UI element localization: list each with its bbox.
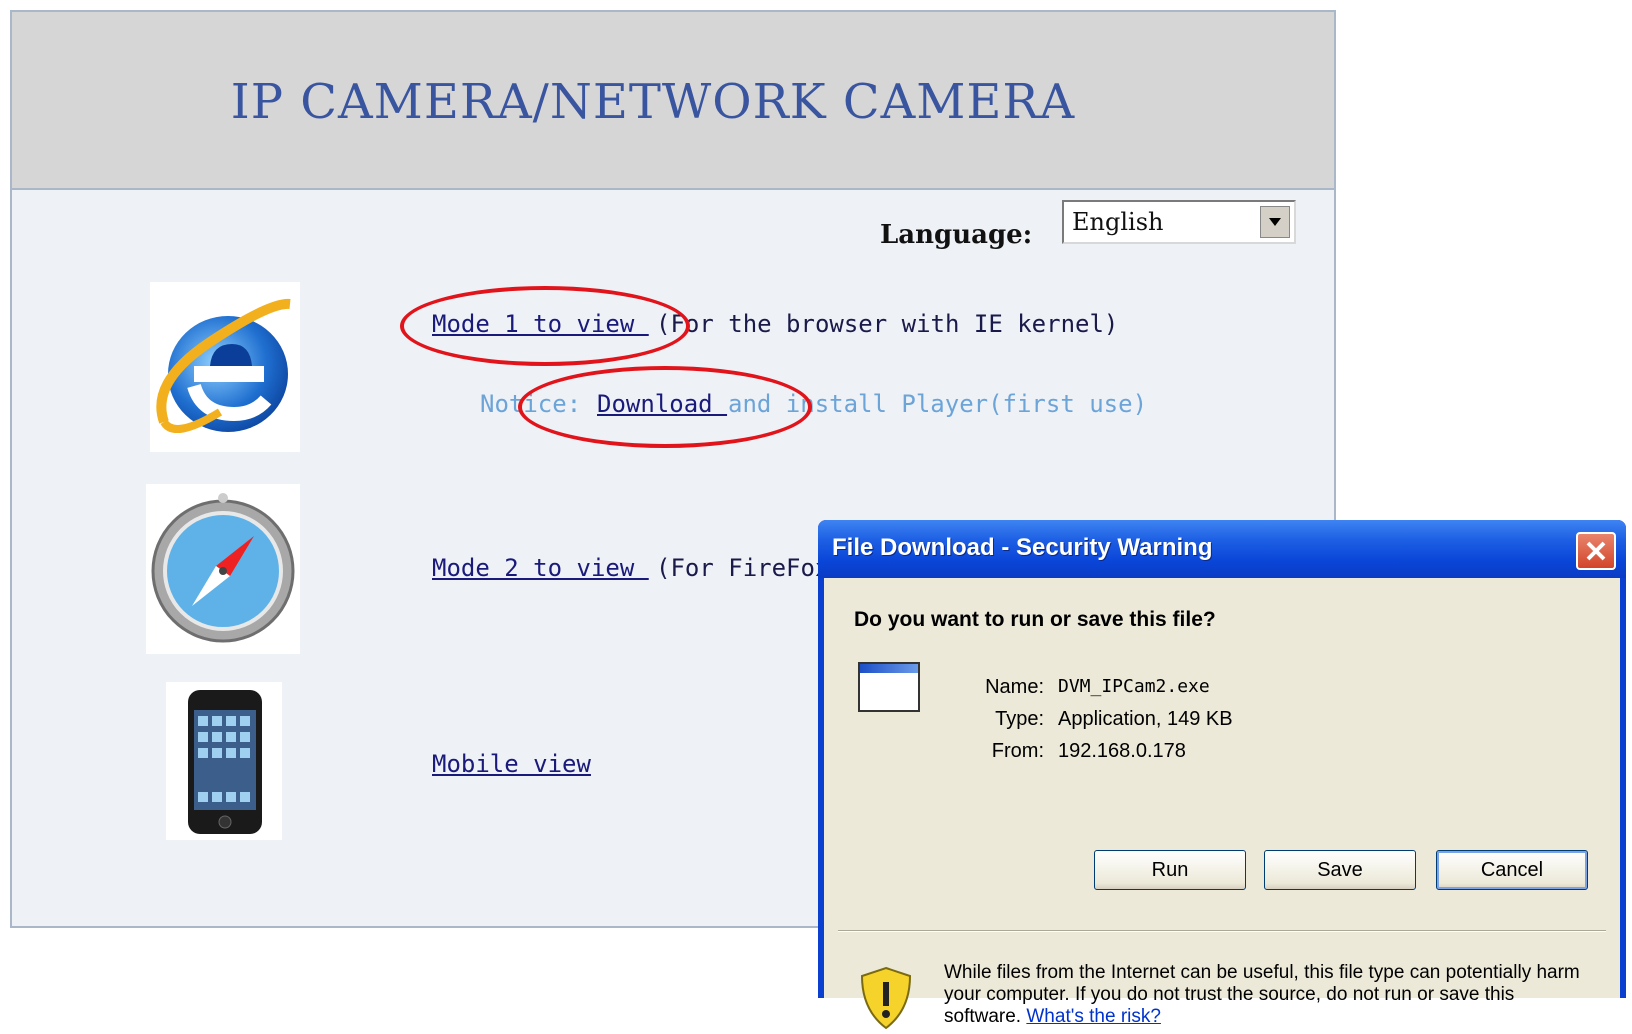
download-player-link[interactable]: Download [597,390,727,418]
dialog-titlebar[interactable]: File Download - Security Warning [818,520,1626,578]
name-label: Name: [985,676,1044,698]
warning-shield-icon [858,966,914,1030]
notice-label: Notice: [480,390,596,418]
run-button[interactable]: Run [1094,850,1246,890]
safari-icon [146,484,300,654]
type-label: Type: [995,708,1044,730]
from-label: From: [991,740,1044,762]
page-title: IP CAMERA/NETWORK CAMERA [230,74,1076,130]
security-warning-text: While files from the Internet can be use… [944,962,1584,1028]
mode2-view-link[interactable]: Mode 2 to view [432,554,649,582]
mode1-description: (For the browser with IE kernel) [656,310,1119,338]
whats-the-risk-link[interactable]: What's the risk? [1026,1006,1161,1027]
cancel-button[interactable]: Cancel [1436,850,1588,890]
file-download-dialog: File Download - Security Warning Do you … [818,520,1626,1030]
mode1-view-link[interactable]: Mode 1 to view [432,310,649,338]
language-select[interactable]: English [1062,200,1296,244]
language-selected-value: English [1072,208,1164,236]
mode2-description: (For FireFox [656,554,830,582]
dialog-title: File Download - Security Warning [832,534,1213,561]
chevron-down-icon[interactable] [1260,206,1290,238]
file-type-value: Application, 149 KB [1058,708,1233,730]
dialog-body: Do you want to run or save this file? Na… [824,578,1620,1030]
dialog-separator [838,930,1606,932]
notice-description: and install Player(first use) [728,390,1148,418]
close-button[interactable] [1576,532,1616,570]
close-icon [1586,541,1606,561]
save-button[interactable]: Save [1264,850,1416,890]
iphone-icon [166,682,282,840]
page-header: IP CAMERA/NETWORK CAMERA [12,12,1334,190]
mobile-view-link[interactable]: Mobile view [432,750,591,778]
file-source-value: 192.168.0.178 [1058,740,1186,762]
ie-icon [150,282,300,452]
file-name-value: DVM_IPCam2.exe [1058,676,1210,697]
language-label: Language: [880,220,1033,250]
dialog-question: Do you want to run or save this file? [854,608,1216,631]
